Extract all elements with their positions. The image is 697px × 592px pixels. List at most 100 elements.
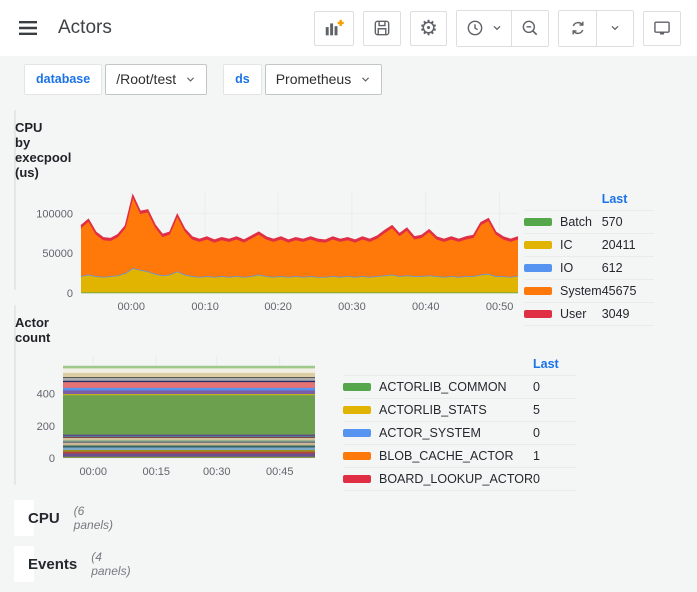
- legend-series-label[interactable]: IC: [560, 238, 602, 252]
- legend-item: ACTORLIB_STATS5: [343, 398, 577, 421]
- refresh-icon: [568, 18, 588, 38]
- legend-header-last[interactable]: Last: [533, 357, 577, 371]
- app-root: Actors ⚙: [0, 0, 697, 110]
- cpu-execpool-chart[interactable]: 05000010000000:0000:1000:2000:3000:4000:…: [19, 181, 524, 321]
- legend-series-label[interactable]: ACTORLIB_COMMON: [379, 380, 533, 394]
- legend-item: Batch570: [524, 210, 654, 233]
- row-events[interactable]: Events (4 panels): [14, 546, 34, 582]
- legend-series-label[interactable]: BOARD_LOOKUP_ACTOR: [379, 472, 533, 486]
- legend-series-label[interactable]: Batch: [560, 215, 602, 229]
- svg-text:00:45: 00:45: [266, 466, 294, 478]
- legend-series-last-value: 612: [602, 261, 654, 275]
- chevron-down-icon: [185, 74, 196, 85]
- legend-series-color-icon: [343, 383, 371, 391]
- legend-item: BLOB_CACHE_ACTOR1: [343, 444, 577, 467]
- legend-series-label[interactable]: IO: [560, 261, 602, 275]
- svg-text:00:15: 00:15: [142, 466, 170, 478]
- legend-item: User3049: [524, 302, 654, 325]
- variables-bar: database /Root/test ds Prometheus: [0, 56, 697, 102]
- panel-cpu-by-execpool: CPU by execpool (us) 05000010000000:0000…: [14, 110, 16, 290]
- legend-header-row: Last: [524, 187, 654, 210]
- dashboard-settings-button[interactable]: ⚙: [410, 11, 447, 46]
- add-panel-button[interactable]: [314, 11, 354, 46]
- database-select-value: /Root/test: [116, 71, 176, 87]
- svg-text:00:50: 00:50: [486, 301, 514, 313]
- chevron-down-icon: [609, 22, 621, 34]
- legend-header-row: Last: [343, 352, 577, 375]
- svg-text:00:20: 00:20: [264, 301, 292, 313]
- svg-text:100000: 100000: [36, 208, 73, 220]
- legend-series-label[interactable]: User: [560, 307, 602, 321]
- zoom-out-time-button[interactable]: [511, 11, 548, 46]
- legend-series-last-value: 20411: [602, 238, 654, 252]
- refresh-interval-button[interactable]: [596, 11, 633, 46]
- time-controls-group: [456, 10, 549, 47]
- legend-series-label[interactable]: System: [560, 284, 602, 298]
- legend-series-color-icon: [524, 287, 552, 295]
- legend-series-label[interactable]: ACTORLIB_STATS: [379, 403, 533, 417]
- legend-item: IO612: [524, 256, 654, 279]
- svg-text:0: 0: [49, 453, 55, 465]
- actor-count-chart[interactable]: 0 200 400 00:00 00:15 00:30 00:45: [19, 346, 321, 486]
- database-select[interactable]: /Root/test: [105, 64, 207, 95]
- legend-series-color-icon: [524, 218, 552, 226]
- datasource-select-value: Prometheus: [276, 71, 351, 87]
- panel-body: 05000010000000:0000:1000:2000:3000:4000:…: [15, 181, 29, 330]
- legend-item: BOARD_LOOKUP_ACTOR0: [343, 467, 577, 490]
- legend-series-last-value: 5: [533, 403, 577, 417]
- datasource-select[interactable]: Prometheus: [265, 64, 382, 95]
- refresh-group: [558, 10, 634, 47]
- legend-header-last[interactable]: Last: [602, 192, 654, 206]
- cpu-execpool-legend: LastBatch570IC20411IO612System45675User3…: [524, 187, 654, 326]
- legend-series-color-icon: [343, 406, 371, 414]
- svg-text:00:30: 00:30: [338, 301, 366, 313]
- cycle-view-mode-button[interactable]: [643, 11, 681, 46]
- legend-series-last-value: 570: [602, 215, 654, 229]
- save-icon: [372, 18, 392, 38]
- gear-icon: ⚙: [419, 18, 438, 39]
- time-range-button[interactable]: [457, 11, 511, 46]
- dashboard-title[interactable]: Actors: [58, 17, 112, 39]
- svg-text:00:30: 00:30: [203, 466, 231, 478]
- variable-label-ds: ds: [223, 64, 262, 95]
- svg-text:400: 400: [37, 389, 55, 401]
- legend-series-last-value: 0: [533, 472, 577, 486]
- legend-series-color-icon: [343, 475, 371, 483]
- legend-item: ACTORLIB_COMMON0: [343, 375, 577, 398]
- hamburger-icon: [16, 16, 40, 40]
- row-panel-count: (6 panels): [74, 504, 113, 532]
- variable-ds: ds Prometheus: [223, 64, 382, 95]
- svg-text:00:00: 00:00: [117, 301, 145, 313]
- legend-series-last-value: 1: [533, 449, 577, 463]
- legend-series-label[interactable]: ACTOR_SYSTEM: [379, 426, 533, 440]
- legend-series-last-value: 45675: [602, 284, 654, 298]
- panel-actor-count: Actor count 020040000:0000:1500:3000:45 …: [14, 305, 16, 485]
- chevron-down-icon: [491, 22, 503, 34]
- legend-series-last-value: 3049: [602, 307, 654, 321]
- bar-chart-plus-icon: [323, 17, 345, 39]
- legend-item: System45675: [524, 279, 654, 302]
- navbar: Actors ⚙: [0, 0, 697, 56]
- legend-series-color-icon: [524, 310, 552, 318]
- svg-text:200: 200: [37, 421, 55, 433]
- dashboard-grid: CPU by execpool (us) 05000010000000:0000…: [0, 102, 28, 110]
- panel-body: 020040000:0000:1500:3000:45 LastACTORLIB…: [15, 346, 29, 495]
- svg-text:00:10: 00:10: [191, 301, 219, 313]
- legend-series-last-value: 0: [533, 380, 577, 394]
- svg-text:00:40: 00:40: [412, 301, 440, 313]
- menu-toggle-button[interactable]: [10, 10, 46, 46]
- save-dashboard-button[interactable]: [363, 11, 401, 46]
- refresh-button[interactable]: [559, 11, 596, 46]
- legend-series-last-value: 0: [533, 426, 577, 440]
- variable-label-database: database: [24, 64, 102, 95]
- svg-text:00:00: 00:00: [79, 466, 107, 478]
- legend-item: IC20411: [524, 233, 654, 256]
- variable-database: database /Root/test: [24, 64, 207, 95]
- row-panel-count: (4 panels): [91, 550, 130, 578]
- legend-series-label[interactable]: BLOB_CACHE_ACTOR: [379, 449, 533, 463]
- row-cpu[interactable]: CPU (6 panels): [14, 500, 34, 536]
- zoom-out-icon: [520, 18, 540, 38]
- legend-item: ACTOR_SYSTEM0: [343, 421, 577, 444]
- actor-count-legend: LastACTORLIB_COMMON0ACTORLIB_STATS5ACTOR…: [343, 352, 577, 491]
- svg-text:50000: 50000: [42, 248, 73, 260]
